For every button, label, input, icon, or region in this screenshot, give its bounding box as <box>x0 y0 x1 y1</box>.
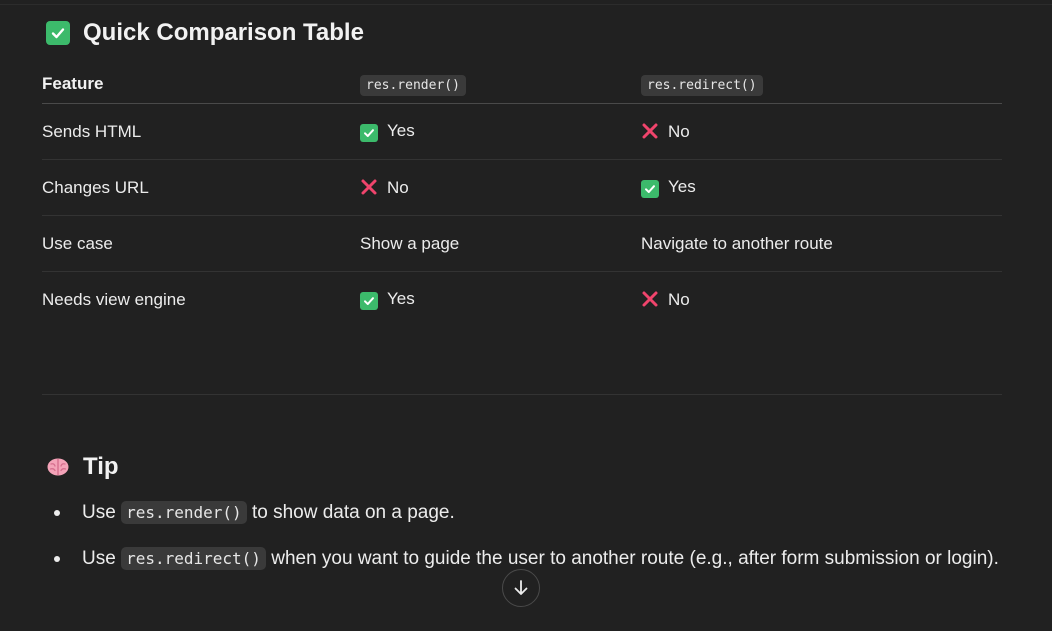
top-divider <box>0 4 1052 5</box>
redirect-cell-text: Navigate to another route <box>641 233 833 253</box>
brain-icon <box>46 455 70 479</box>
inline-code: res.render() <box>121 501 247 524</box>
scroll-down-button[interactable] <box>502 569 540 607</box>
redirect-cell-text: No <box>668 289 690 309</box>
tip-suffix: when you want to guide the user to anoth… <box>265 548 999 569</box>
render-cell: Yes <box>360 272 641 328</box>
redirect-cell: No <box>641 272 1002 328</box>
check-icon <box>360 124 378 142</box>
render-cell: Show a page <box>360 216 641 272</box>
redirect-cell: Yes <box>641 160 1002 216</box>
table-row: Use case Show a page Navigate to another r… <box>42 216 1002 272</box>
header-render: res.render() <box>360 64 641 104</box>
feature-cell: Sends HTML <box>42 121 142 141</box>
arrow-down-icon <box>514 580 528 595</box>
check-icon <box>360 292 378 310</box>
header-feature: Feature <box>42 64 360 104</box>
render-cell: Yes <box>360 104 641 160</box>
redirect-cell: No <box>641 104 1002 160</box>
tip-suffix: to show data on a page. <box>246 502 455 523</box>
comparison-heading: Quick Comparison Table <box>46 17 364 49</box>
header-redirect-code: res.redirect() <box>641 74 763 96</box>
header-redirect: res.redirect() <box>641 64 1002 104</box>
comparison-heading-text: Quick Comparison Table <box>83 19 364 46</box>
render-cell-text: Show a page <box>360 233 460 253</box>
inline-code: res.redirect() <box>121 547 266 570</box>
chat-page: Quick Comparison Table Feature res.rende… <box>0 0 1052 631</box>
cross-icon <box>360 178 378 196</box>
table-row: Changes URL No Yes <box>42 160 1002 216</box>
redirect-cell: Navigate to another route <box>641 216 1002 272</box>
feature-cell: Use case <box>42 233 113 253</box>
table-header-row: Feature res.render() res.redirect() <box>42 64 1002 104</box>
feature-cell: Needs view engine <box>42 289 186 309</box>
comparison-table: Feature res.render() res.redirect() Send… <box>42 64 1002 327</box>
bullet-dot <box>54 556 60 562</box>
tip-prefix: Use <box>82 502 122 523</box>
table-row: Needs view engine Yes No <box>42 272 1002 328</box>
redirect-cell-text: No <box>668 121 690 141</box>
tip-heading-text: Tip <box>83 453 119 480</box>
section-divider <box>42 394 1002 395</box>
tip-heading: Tip <box>46 451 119 483</box>
feature-cell: Changes URL <box>42 177 149 197</box>
render-cell: No <box>360 160 641 216</box>
header-render-code: res.render() <box>360 74 466 96</box>
cross-icon <box>641 290 659 308</box>
redirect-cell-text: Yes <box>668 177 696 196</box>
table-row: Sends HTML Yes No <box>42 104 1002 160</box>
render-cell-text: Yes <box>387 121 415 140</box>
render-cell-text: Yes <box>387 289 415 308</box>
list-item: Use res.render() to show data on a page. <box>42 495 1002 530</box>
tip-prefix: Use <box>82 548 122 569</box>
cross-icon <box>641 122 659 140</box>
bullet-dot <box>54 510 60 516</box>
check-mark-button-icon <box>46 21 70 45</box>
check-icon <box>641 180 659 198</box>
render-cell-text: No <box>387 177 409 197</box>
